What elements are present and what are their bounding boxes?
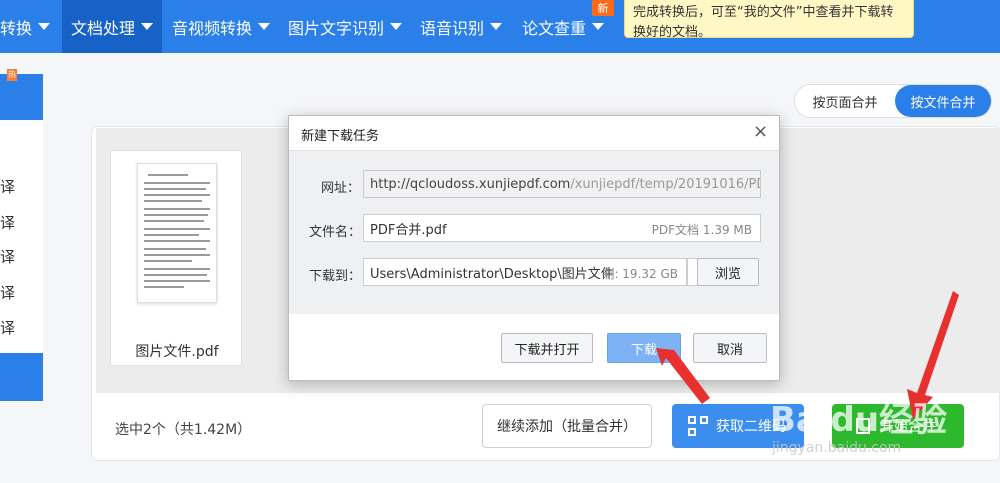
chevron-down-icon <box>38 23 51 30</box>
sidebar-item[interactable]: 译 <box>0 317 15 338</box>
thumb-line <box>144 208 210 210</box>
close-icon[interactable]: × <box>753 123 768 141</box>
sidebar-item[interactable]: 译 <box>0 176 15 197</box>
qr-corner <box>688 416 696 424</box>
file-meta: PDF文档 1.39 MB <box>651 223 752 237</box>
nav-label: 文档处理 <box>71 18 136 38</box>
download-and-open-button[interactable]: 下载并打开 <box>501 333 593 363</box>
saveto-path: Users\Administrator\Desktop\图片文件 <box>370 266 614 282</box>
free-space: 剩: 19.32 GB <box>602 267 678 281</box>
sidebar-item[interactable]: 译 <box>0 282 15 303</box>
thumb-line <box>144 188 206 190</box>
sidebar <box>0 74 43 401</box>
url-host: http://qcloudoss.xunjiepdf.com <box>370 176 571 192</box>
pdf-thumbnail <box>137 163 217 303</box>
thumb-line <box>144 254 210 256</box>
nav-label: 图片文字识别 <box>288 18 385 38</box>
nav-item-speech[interactable]: 语音识别 <box>420 0 512 53</box>
thumb-line <box>144 234 199 236</box>
download-dialog: 新建下载任务 × 网址： http://qcloudoss.xunjiepdf.… <box>288 115 780 381</box>
saveto-field[interactable]: Users\Administrator\Desktop\图片文件 剩: 19.3… <box>363 258 687 286</box>
thumb-line <box>144 220 204 222</box>
sidebar-item[interactable]: 译 <box>0 212 15 233</box>
thumb-line <box>144 248 206 250</box>
saveto-label: 下载到： <box>309 269 362 284</box>
chevron-down-icon <box>258 23 271 30</box>
thumb-line <box>144 200 202 202</box>
sidebar-item[interactable]: 译 <box>0 246 15 267</box>
chevron-down-icon <box>490 23 503 30</box>
thumb-line <box>144 280 210 282</box>
hot-badge: 热 <box>7 69 17 81</box>
download-button[interactable]: 下载 <box>607 333 681 363</box>
filename-field[interactable]: PDF合并.pdf PDF文档 1.39 MB <box>363 214 761 242</box>
thumb-line <box>148 174 188 176</box>
cancel-button[interactable]: 取消 <box>693 333 767 363</box>
nav-item-convert[interactable]: 转换 <box>0 0 56 53</box>
add-more-button[interactable]: 继续添加（批量合并） <box>482 404 652 448</box>
filename-value: PDF合并.pdf <box>370 222 447 238</box>
merge-by-page-button[interactable]: 按页面合并 <box>795 85 895 117</box>
chevron-down-icon <box>390 23 403 30</box>
thumb-line <box>144 214 208 216</box>
qr-corner <box>688 428 696 436</box>
watermark-logo: Baidu经验 <box>770 400 948 440</box>
browse-button[interactable]: 浏览 <box>697 258 759 286</box>
dialog-title: 新建下载任务 <box>289 116 779 149</box>
thumb-line <box>144 194 210 196</box>
qrcode-icon <box>688 416 708 436</box>
thumb-line <box>144 228 210 230</box>
thumb-line <box>144 182 210 184</box>
thumb-line <box>144 286 184 288</box>
nav-item-document[interactable]: 文档处理 <box>62 0 162 53</box>
thumb-line <box>144 260 192 262</box>
sidebar-active-bottom[interactable] <box>0 353 43 401</box>
url-field[interactable]: http://qcloudoss.xunjiepdf.com/xunjiepdf… <box>363 170 761 198</box>
selection-summary: 选中2个（共1.42M） <box>115 422 252 438</box>
merge-by-file-button[interactable]: 按文件合并 <box>895 85 991 117</box>
nav-label: 语音识别 <box>420 18 485 38</box>
url-label: 网址： <box>321 181 361 196</box>
filename-label: 文件名： <box>309 225 362 240</box>
watermark-url: jingyan.baidu.com <box>772 440 902 456</box>
chevron-down-icon <box>592 23 605 30</box>
file-name: 图片文件.pdf <box>135 344 219 360</box>
nav-label: 转换 <box>0 18 33 38</box>
nav-item-ocr[interactable]: 图片文字识别 <box>288 0 410 53</box>
nav-label: 论文查重 <box>522 18 587 38</box>
merge-mode-toggle: 按页面合并 按文件合并 <box>794 84 992 118</box>
info-tooltip: 完成转换后，可至“我的文件”中查看并下载转换好的文档。 <box>624 0 914 40</box>
qr-corner <box>700 416 708 424</box>
nav-label: 音视频转换 <box>172 18 253 38</box>
file-card[interactable]: 图片文件.pdf <box>110 150 242 366</box>
thumb-line <box>144 240 210 242</box>
new-badge: 新 <box>592 0 614 16</box>
tooltip-text: 完成转换后，可至“我的文件”中查看并下载转换好的文档。 <box>633 5 894 40</box>
nav-item-media[interactable]: 音视频转换 <box>172 0 278 53</box>
thumb-line <box>144 274 207 276</box>
thumb-line <box>144 268 210 270</box>
chevron-down-icon <box>141 23 154 30</box>
url-path: /xunjiepdf/temp/20191016/PDF%e5%9( <box>570 176 760 192</box>
